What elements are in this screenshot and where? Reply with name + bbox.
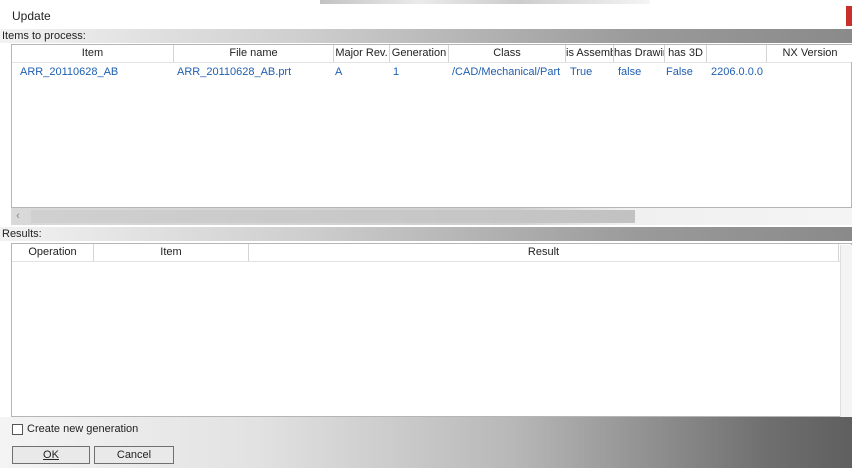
header-divider (12, 261, 851, 262)
column-header-file-name[interactable]: File name (174, 45, 334, 62)
cell-is-assembly: True (570, 66, 593, 78)
title-bar (0, 0, 852, 30)
column-header-has-3d[interactable]: has 3D (665, 45, 707, 62)
column-header-result[interactable]: Result (249, 244, 839, 261)
ok-button[interactable]: OK (12, 446, 90, 464)
column-header-operation[interactable]: Operation (12, 244, 94, 261)
ok-button-label: OK (43, 449, 59, 461)
cell-file-name: ARR_20110628_AB.prt (177, 66, 292, 78)
cell-item: ARR_20110628_AB (20, 66, 119, 78)
column-header-generation[interactable]: Generation (390, 45, 449, 62)
scroll-left-arrow-icon[interactable]: ‹ (11, 208, 25, 225)
column-header-result-item[interactable]: Item (94, 244, 249, 261)
column-header-is-assembly[interactable]: is Assembl (566, 45, 614, 62)
cancel-button-label: Cancel (116, 449, 152, 461)
table-row[interactable]: ARR_20110628_AB ARR_20110628_AB.prt A 1 … (12, 64, 852, 80)
cell-major-rev: A (335, 66, 343, 78)
items-grid[interactable]: Item File name Major Rev. Generation Cla… (11, 44, 852, 208)
cell-generation: 1 (393, 66, 400, 78)
results-grid[interactable]: Operation Item Result (11, 243, 852, 417)
scrollbar-thumb[interactable] (31, 210, 635, 223)
results-section-label: Results: (2, 228, 42, 240)
column-header-item[interactable]: Item (12, 45, 174, 62)
cell-nx-version (770, 64, 850, 80)
items-section-header: Items to process: (0, 29, 852, 43)
column-header-class[interactable]: Class (449, 45, 566, 62)
column-header-nx-version[interactable]: NX Version (767, 45, 852, 62)
create-new-generation-label[interactable]: Create new generation (27, 423, 138, 435)
cell-has-3d: False (666, 66, 693, 78)
cancel-button[interactable]: Cancel (94, 446, 174, 464)
window-title: Update (12, 9, 51, 23)
horizontal-scrollbar[interactable]: ‹ (11, 208, 852, 225)
column-header-unnamed[interactable] (707, 45, 767, 62)
title-bar-decoration (320, 0, 650, 4)
close-button[interactable] (846, 6, 852, 26)
header-divider (12, 62, 851, 63)
vertical-scrollbar[interactable] (840, 245, 852, 417)
cell-class: /CAD/Mechanical/Part (452, 66, 561, 78)
results-section-header: Results: (0, 227, 852, 241)
cell-has-drawing: false (618, 66, 642, 78)
create-new-generation-checkbox[interactable] (12, 424, 23, 435)
column-header-major-rev[interactable]: Major Rev. (334, 45, 390, 62)
items-section-label: Items to process: (2, 30, 86, 42)
cell-version-number: 2206.0.0.0 (711, 66, 763, 78)
column-header-has-drawing[interactable]: has Drawir (614, 45, 665, 62)
